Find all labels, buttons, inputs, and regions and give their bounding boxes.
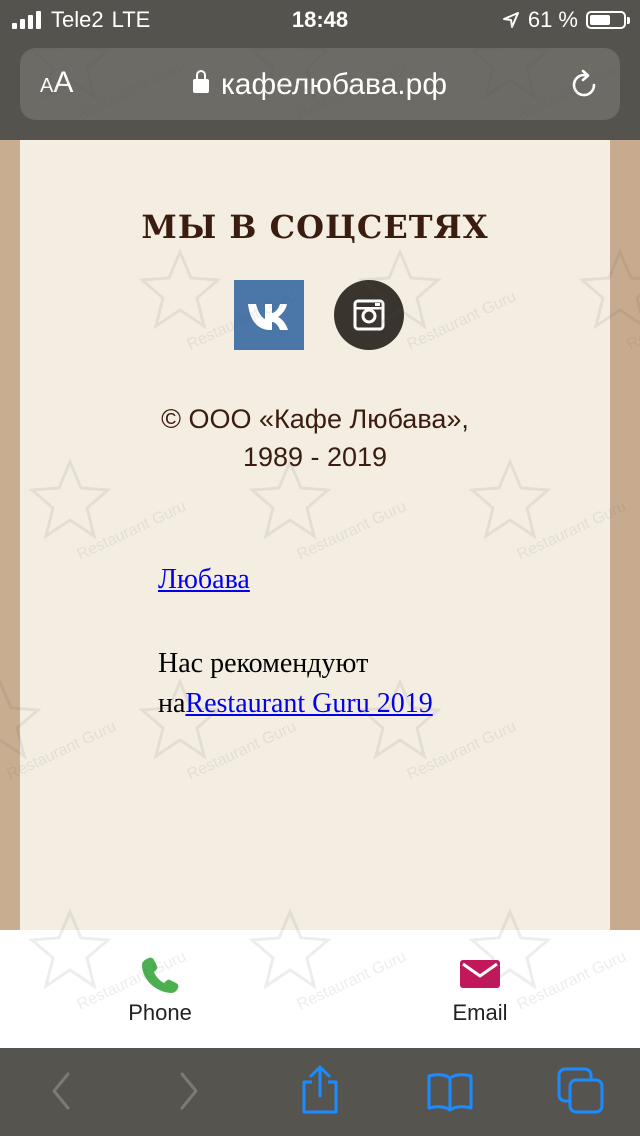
- battery-icon: [586, 11, 630, 29]
- restaurant-guru-link[interactable]: Restaurant Guru 2019: [185, 688, 432, 719]
- recommend-prefix: на: [158, 688, 186, 719]
- phone-button[interactable]: Phone: [0, 930, 320, 1048]
- email-label: Email: [452, 1000, 508, 1025]
- reload-icon[interactable]: [568, 68, 600, 100]
- phone-label: Phone: [128, 1000, 192, 1025]
- vk-icon: [248, 304, 288, 330]
- copyright-line-1: © ООО «Кафе Любава»,: [161, 404, 469, 434]
- status-bar: Tele2 LTE 18:48 61 %: [0, 0, 640, 40]
- vk-link[interactable]: [234, 280, 304, 350]
- instagram-icon: [353, 299, 385, 331]
- recommend-text: Нас рекомендуют: [158, 648, 369, 679]
- lyubava-link[interactable]: Любава: [158, 564, 250, 595]
- page-content: МЫ В СОЦСЕТЯХ © ООО «Кафе Любава», 1989 …: [20, 140, 610, 930]
- email-icon: [460, 960, 500, 988]
- back-icon[interactable]: [46, 1068, 76, 1114]
- copyright-line-2: 1989 - 2019: [242, 442, 388, 472]
- page-right-edge: [610, 140, 640, 930]
- contact-bar: Phone Email: [0, 930, 640, 1048]
- url-display[interactable]: кафелюбава.рф: [20, 68, 620, 102]
- lock-icon: [192, 70, 209, 93]
- browser-top-bar: Tele2 LTE 18:48 61 % AA кафелюбава.рф: [0, 0, 640, 140]
- location-arrow-icon: [502, 12, 519, 28]
- address-bar[interactable]: AA кафелюбава.рф: [20, 48, 620, 120]
- instagram-link[interactable]: [334, 280, 404, 350]
- recommend-line-2: наRestaurant Guru 2019: [158, 684, 433, 724]
- status-right: 61 %: [502, 7, 630, 33]
- social-heading: МЫ В СОЦСЕТЯХ: [141, 208, 489, 246]
- lyubava-link-row: Любава: [158, 564, 250, 596]
- share-icon[interactable]: [298, 1064, 342, 1116]
- email-button[interactable]: Email: [320, 930, 640, 1048]
- url-text: кафелюбава.рф: [220, 68, 447, 101]
- recommendation-block: Нас рекомендуют наRestaurant Guru 2019: [158, 644, 433, 724]
- bookmarks-icon[interactable]: [426, 1070, 474, 1114]
- tabs-icon[interactable]: [556, 1066, 606, 1116]
- phone-icon: [142, 957, 179, 993]
- battery-percent: 61 %: [527, 7, 578, 32]
- forward-icon[interactable]: [174, 1068, 204, 1114]
- battery-level: [590, 15, 610, 25]
- copyright-text: © ООО «Кафе Любава», 1989 - 2019: [20, 400, 610, 476]
- browser-toolbar: [0, 1048, 640, 1136]
